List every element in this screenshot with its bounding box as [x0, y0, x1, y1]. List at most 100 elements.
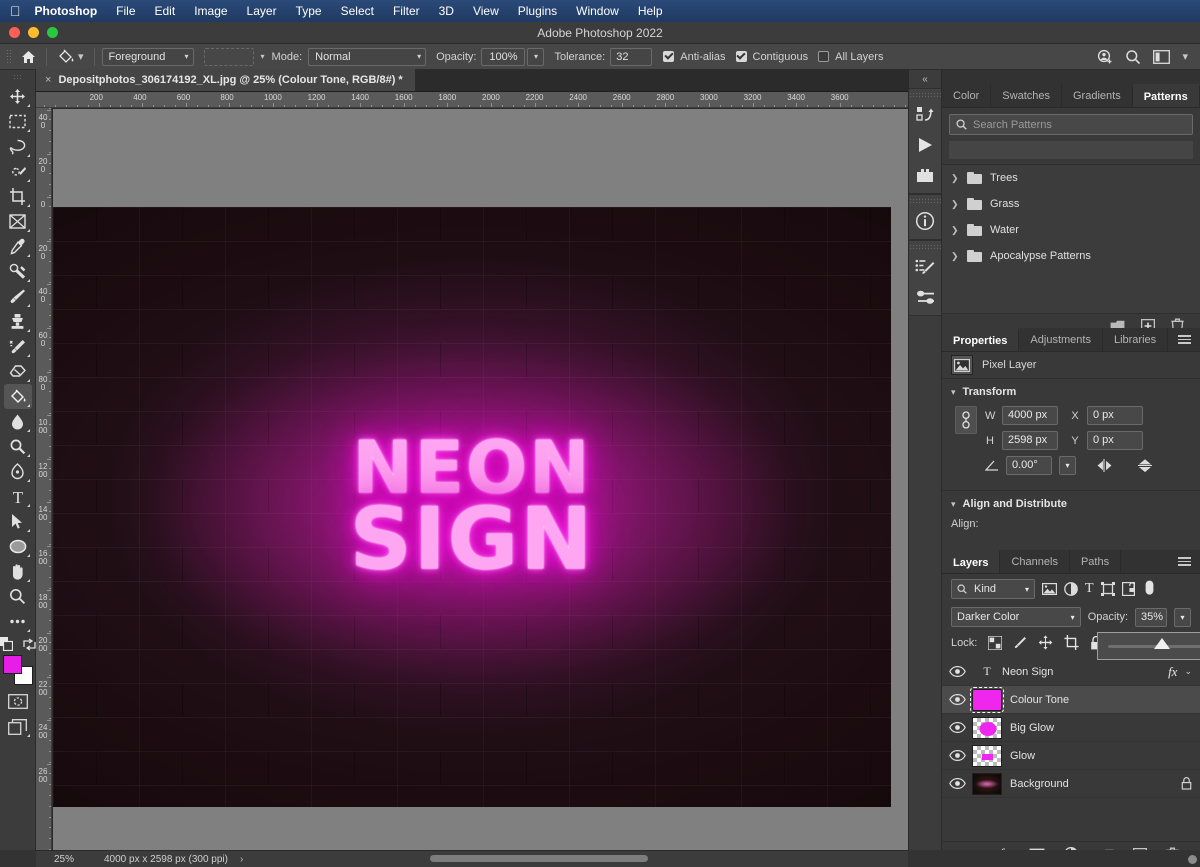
menu-item-photoshop[interactable]: Photoshop: [35, 4, 98, 18]
pattern-group-grass[interactable]: ❯ Grass: [942, 191, 1200, 217]
filter-toggle-icon[interactable]: [1144, 580, 1155, 598]
angle-dropdown-button[interactable]: ▾: [1059, 456, 1076, 475]
menu-item-3d[interactable]: 3D: [439, 4, 454, 18]
chevron-down-icon[interactable]: ▾: [78, 50, 84, 63]
tolerance-input[interactable]: 32: [610, 48, 652, 66]
menu-item-window[interactable]: Window: [576, 4, 619, 18]
pattern-group-apocalypse[interactable]: ❯ Apocalypse Patterns: [942, 243, 1200, 269]
chevron-down-icon[interactable]: ▾: [261, 52, 265, 61]
transform-section-header[interactable]: ▾ Transform: [951, 386, 1191, 398]
type-filter-icon[interactable]: T: [1085, 582, 1094, 596]
tab-gradients[interactable]: Gradients: [1062, 84, 1133, 107]
layer-name[interactable]: Colour Tone: [1010, 694, 1192, 706]
properties-panel-menu-icon[interactable]: [1169, 328, 1200, 351]
opacity-slider-knob[interactable]: [1154, 638, 1170, 649]
toolbar-grip[interactable]: [13, 74, 23, 80]
lasso-tool[interactable]: [4, 134, 32, 159]
menu-item-image[interactable]: Image: [194, 4, 227, 18]
tab-layers[interactable]: Layers: [942, 550, 1000, 573]
layer-visibility-toggle[interactable]: [942, 778, 972, 789]
workspace-icon[interactable]: [1153, 50, 1170, 64]
resize-grip[interactable]: [1188, 855, 1197, 864]
document-image[interactable]: NEON SIGN: [53, 207, 891, 807]
crop-tool[interactable]: [4, 184, 32, 209]
foreground-color-swatch[interactable]: [3, 655, 22, 674]
tab-channels[interactable]: Channels: [1000, 550, 1069, 573]
spot-healing-tool[interactable]: [4, 259, 32, 284]
flip-vertical-icon[interactable]: [1137, 458, 1153, 473]
tab-patterns[interactable]: Patterns: [1133, 84, 1200, 107]
history-snapshot-icon[interactable]: [909, 160, 941, 190]
menu-item-help[interactable]: Help: [638, 4, 663, 18]
patterns-search-input[interactable]: Search Patterns: [949, 114, 1193, 135]
zoom-level[interactable]: 25%: [36, 854, 92, 865]
menu-item-edit[interactable]: Edit: [155, 4, 176, 18]
layer-fx-icon[interactable]: fx: [1168, 664, 1177, 680]
layer-name[interactable]: Big Glow: [1010, 722, 1192, 734]
rail-grip[interactable]: [909, 244, 941, 250]
canvas-viewport[interactable]: NEON SIGN: [53, 109, 908, 850]
menu-item-plugins[interactable]: Plugins: [518, 4, 557, 18]
brush-settings-icon[interactable]: [909, 252, 941, 282]
opacity-dropdown-button[interactable]: ▾: [527, 48, 544, 66]
info-icon[interactable]: [909, 206, 941, 236]
chevron-down-icon[interactable]: ▾: [1182, 50, 1188, 63]
rail-grip[interactable]: [909, 198, 941, 204]
paint-bucket-tool[interactable]: [4, 384, 32, 409]
menu-item-select[interactable]: Select: [341, 4, 374, 18]
horizontal-ruler[interactable]: 2004006008001000120014001600180020002200…: [36, 92, 908, 108]
height-input[interactable]: 2598 px: [1002, 431, 1058, 450]
layer-thumbnail[interactable]: [972, 745, 1002, 767]
layer-name[interactable]: Neon Sign: [1002, 666, 1168, 678]
chevron-down-icon[interactable]: ⌄: [1184, 666, 1192, 677]
adjustments-sliders-icon[interactable]: [909, 282, 941, 312]
pattern-group-water[interactable]: ❯ Water: [942, 217, 1200, 243]
tab-color[interactable]: Color: [942, 84, 991, 107]
adjustment-filter-icon[interactable]: [1064, 582, 1078, 596]
menu-item-type[interactable]: Type: [296, 4, 322, 18]
apple-logo-icon[interactable]: : [10, 4, 21, 18]
play-actions-icon[interactable]: [909, 130, 941, 160]
tab-properties[interactable]: Properties: [942, 328, 1019, 351]
expand-panels-icon[interactable]: «: [909, 70, 941, 88]
contiguous-checkbox[interactable]: [736, 51, 747, 62]
link-icon[interactable]: [955, 406, 977, 434]
layer-thumbnail[interactable]: [972, 773, 1002, 795]
layer-visibility-toggle[interactable]: [942, 750, 972, 761]
layer-thumbnail[interactable]: [972, 689, 1002, 711]
lock-artboard-icon[interactable]: [1064, 635, 1079, 650]
default-colors-icon[interactable]: [0, 637, 13, 651]
eraser-tool[interactable]: [4, 359, 32, 384]
layer-filter-kind-select[interactable]: Kind ▾: [951, 579, 1035, 599]
edit-toolbar-button[interactable]: [4, 609, 32, 634]
screen-mode-icon[interactable]: [4, 714, 32, 739]
quick-mask-icon[interactable]: [4, 689, 32, 714]
chevron-right-icon[interactable]: ❯: [951, 173, 959, 184]
frame-tool[interactable]: [4, 209, 32, 234]
chevron-right-icon[interactable]: ❯: [951, 199, 959, 210]
brush-tool[interactable]: [4, 284, 32, 309]
tab-swatches[interactable]: Swatches: [991, 84, 1062, 107]
patterns-recent-strip[interactable]: [949, 141, 1193, 159]
canvas-horizontal-scrollbar[interactable]: [430, 855, 648, 862]
history-brush-tool[interactable]: [4, 334, 32, 359]
options-bar-grip[interactable]: [6, 49, 13, 65]
opacity-slider-popup[interactable]: [1097, 632, 1200, 660]
layer-thumbnail[interactable]: [972, 717, 1002, 739]
y-input[interactable]: 0 px: [1087, 431, 1143, 450]
pen-tool[interactable]: [4, 459, 32, 484]
antialias-checkbox[interactable]: [663, 51, 674, 62]
layer-opacity-input[interactable]: 35%: [1135, 608, 1167, 627]
layer-name[interactable]: Background: [1010, 778, 1181, 790]
lock-transparency-icon[interactable]: [988, 636, 1002, 650]
path-selection-tool[interactable]: [4, 509, 32, 534]
close-icon[interactable]: ×: [45, 74, 51, 86]
layer-row-background[interactable]: Background: [942, 770, 1200, 798]
libraries-icon[interactable]: [909, 100, 941, 130]
pixel-filter-icon[interactable]: [1042, 583, 1057, 595]
hand-tool[interactable]: [4, 559, 32, 584]
menu-item-filter[interactable]: Filter: [393, 4, 420, 18]
eyedropper-tool[interactable]: [4, 234, 32, 259]
home-icon[interactable]: [17, 47, 39, 67]
layer-visibility-toggle[interactable]: [942, 722, 972, 733]
